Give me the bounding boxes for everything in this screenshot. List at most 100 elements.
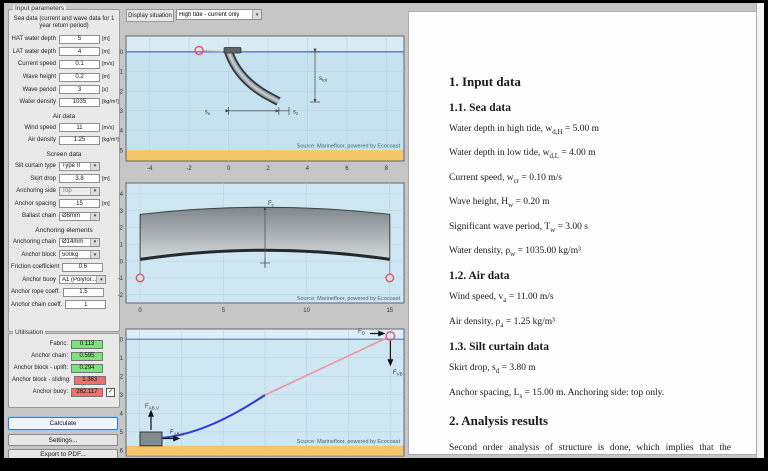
friction-coefficient-input[interactable]: 0.6	[62, 263, 103, 272]
field-row: Water density 1035 [kg/m³]	[9, 96, 119, 109]
anchoring-side-select[interactable]: Top ▾	[59, 187, 100, 196]
field-label: Friction coefficient	[11, 264, 62, 270]
utilisation-row: Anchor block - sliding: 1.363	[9, 374, 119, 386]
chevron-down-icon: ▾	[90, 251, 99, 258]
source-note: Source: Marinefloor, powered by Ecocoast	[297, 439, 401, 445]
field-unit: [m]	[100, 49, 110, 55]
situation-select[interactable]: High tide - current only ▾	[176, 9, 262, 20]
anchor-block	[140, 432, 162, 446]
svg-text:0: 0	[138, 308, 142, 314]
svg-text:3: 3	[120, 393, 124, 399]
wind-speed-input[interactable]: 11	[59, 123, 100, 132]
anchor-chain-utilisation-value: 0.595	[71, 352, 103, 361]
field-label: Wave height	[11, 74, 59, 80]
current-speed-input[interactable]: 0.1	[59, 60, 100, 69]
field-row: Anchor buoy A1 (Polyfor... ▾	[9, 274, 119, 287]
report-line: Skirt drop, sd = 3.80 m	[449, 363, 731, 375]
field-row: Anchoring side Top ▾	[9, 185, 119, 198]
utilisation-row: Fabric: 0.113	[9, 338, 119, 350]
field-row: Wind speed 11 [m/s]	[9, 122, 119, 135]
report-line: Wave height, Hw = 0.20 m	[449, 197, 731, 209]
report-line: Anchor spacing, Ls = 15.00 m. Anchoring …	[449, 388, 731, 400]
situation-select-value: High tide - current only	[177, 12, 239, 18]
svg-text:3: 3	[120, 209, 124, 215]
seabed	[127, 446, 404, 456]
field-label: Wave period	[11, 87, 59, 93]
utilisation-row: Anchor buoy: 262.117 ✓	[9, 386, 119, 398]
anchor-block-uplift-utilisation-value: 0.294	[71, 364, 103, 373]
wave-height-input[interactable]: 0.2	[59, 73, 100, 82]
calculate-button[interactable]: Calculate	[8, 417, 118, 430]
f-vb-annotation: FVB	[393, 370, 403, 377]
svg-text:6: 6	[345, 166, 349, 172]
anchor-block-select[interactable]: 500kg ▾	[59, 250, 100, 259]
field-row: Silt curtain type Type II ▾	[9, 160, 119, 173]
anchor-chain-coeff-input[interactable]: 1	[65, 300, 106, 309]
field-label: Current speed	[11, 61, 59, 67]
field-label: Air density	[11, 137, 59, 143]
f-c-annotation: Fc	[268, 201, 275, 208]
report-heading-input-data: 1. Input data	[449, 74, 731, 90]
report-line: Water depth in high tide, wd,H = 5.00 m	[449, 124, 731, 136]
svg-text:-4: -4	[147, 166, 153, 172]
field-unit: [m]	[100, 176, 110, 182]
svg-text:2: 2	[120, 226, 124, 232]
select-value: 500kg	[60, 252, 78, 258]
source-note: Source: Marinefloor, powered by Ecocoast	[297, 144, 401, 150]
field-row: Anchor block 500kg ▾	[9, 248, 119, 261]
settings-button[interactable]: Settings...	[8, 434, 118, 446]
svg-text:0: 0	[120, 50, 124, 56]
panel-title: Utilisation	[13, 329, 45, 337]
anchor-buoy-select[interactable]: A1 (Polyfor... ▾	[59, 275, 106, 284]
y-axis-ticks: 0 1 2 3 4 5 6	[120, 337, 124, 454]
f-d-annotation: FD	[358, 329, 366, 336]
anchor-rope-coeff-input[interactable]: 1.5	[63, 288, 104, 297]
anchoring-chain-select[interactable]: Ø14mm ▾	[59, 238, 100, 247]
water-density-input[interactable]: 1035	[59, 98, 100, 107]
field-label: LAT water depth	[11, 49, 59, 55]
select-value: Ø8mm	[60, 213, 80, 219]
wave-period-input[interactable]: 3	[59, 85, 100, 94]
screen-data-header: Screen data	[9, 151, 119, 158]
svg-text:2: 2	[120, 375, 124, 381]
svg-text:0: 0	[120, 259, 124, 265]
field-label: Anchoring side	[11, 188, 59, 194]
scrollbar[interactable]	[756, 3, 764, 458]
field-row: Air density 1.25 [kg/m³]	[9, 134, 119, 147]
skirt-drop-input[interactable]: 3.8	[59, 174, 100, 183]
lat-water-depth-input[interactable]: 4	[59, 47, 100, 56]
anchoring-plot: FAB,V FAB,H FD FVB Source: Marinefloor, …	[112, 325, 409, 458]
field-row: Anchor rope coeff. 1.5	[9, 286, 119, 299]
select-value: Top	[60, 188, 72, 194]
f-abv-annotation: FAB,V	[145, 404, 159, 411]
field-label: Anchor block	[11, 252, 59, 258]
ballast-chain-select[interactable]: Ø8mm ▾	[59, 212, 100, 221]
silt-curtain-type-select[interactable]: Type II ▾	[59, 162, 100, 171]
svg-text:5: 5	[120, 430, 124, 436]
air-density-input[interactable]: 1.25	[59, 136, 100, 145]
field-label: Water density	[11, 99, 59, 105]
fabric-utilisation-value: 0.113	[71, 340, 103, 349]
anchor-spacing-input[interactable]: 15	[59, 199, 100, 208]
sea-data-note: Sea data (current and wave data for 1 ye…	[11, 16, 117, 30]
field-label: HAT water depth	[11, 36, 59, 42]
hat-water-depth-input[interactable]: 5	[59, 35, 100, 44]
side-view-plot: stot sx sz Source: Marinefloor, powered …	[112, 31, 409, 178]
field-row: LAT water depth 4 [m]	[9, 46, 119, 59]
field-label: Anchor spacing	[11, 201, 59, 207]
export-pdf-button[interactable]: Export to PDF...	[8, 449, 118, 458]
field-label: Ballast chain	[11, 213, 59, 219]
svg-text:0: 0	[227, 166, 231, 172]
field-row: Wave period 3 [s]	[9, 83, 119, 96]
f-abh-annotation: FAB,H	[170, 430, 184, 437]
field-label: Anchor rope coeff.	[11, 289, 63, 295]
report-line: Wind speed, va = 11.00 m/s	[449, 292, 731, 304]
field-label: Anchor chain coeff.	[11, 302, 65, 308]
field-unit: [m]	[100, 201, 110, 207]
water-region	[127, 52, 404, 150]
svg-text:4: 4	[120, 192, 124, 198]
field-label: Anchoring chain	[11, 239, 59, 245]
svg-text:0: 0	[120, 337, 124, 343]
field-row: Current speed 0.1 [m/s]	[9, 58, 119, 71]
field-label: Wind speed	[11, 125, 59, 131]
